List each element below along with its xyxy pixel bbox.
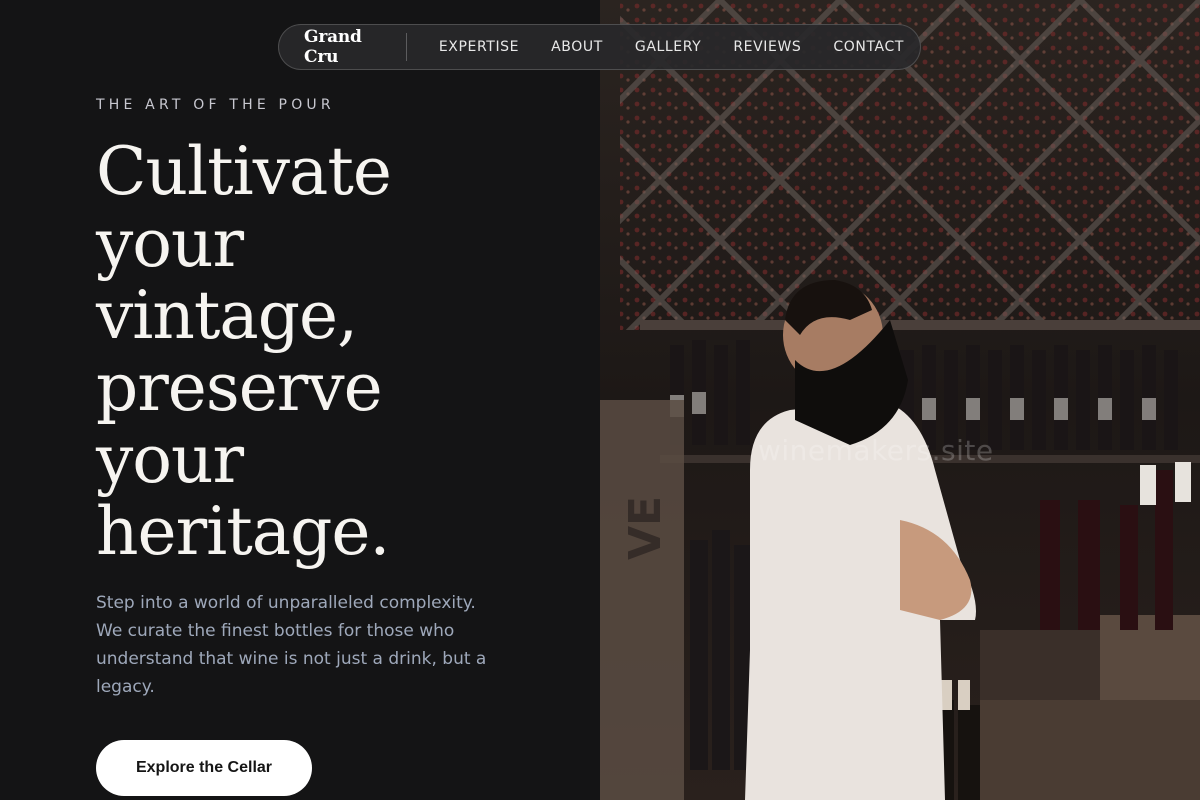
headline-line: vintage, [96,277,358,354]
hero-eyebrow: THE ART OF THE POUR [96,97,335,113]
box-lettering: VE [620,496,671,560]
main-navbar: Grand Cru EXPERTISE ABOUT GALLERY REVIEW… [278,24,921,70]
headline-line: Cultivate [96,133,392,210]
explore-cellar-button[interactable]: Explore the Cellar [96,740,312,796]
headline-line: your [96,205,244,282]
hero-image: VE winemakers.site [600,0,1200,800]
hero-text-panel: THE ART OF THE POUR Cultivate your vinta… [0,0,600,800]
hero-headline: Cultivate your vintage, preserve your he… [96,136,516,568]
headline-line: your [96,421,244,498]
brand-logo[interactable]: Grand Cru [279,27,406,67]
nav-link-about[interactable]: ABOUT [551,39,603,55]
nav-link-gallery[interactable]: GALLERY [635,39,701,55]
nav-link-expertise[interactable]: EXPERTISE [439,39,519,55]
headline-line: preserve [96,349,383,426]
nav-link-contact[interactable]: CONTACT [833,39,904,55]
hero-description: Step into a world of unparalleled comple… [96,593,487,697]
nav-divider [405,33,407,61]
wine-cellar-photo: VE [600,0,1200,800]
nav-link-reviews[interactable]: REVIEWS [733,39,801,55]
watermark-text: winemakers.site [758,434,994,467]
headline-line: heritage. [96,493,390,570]
